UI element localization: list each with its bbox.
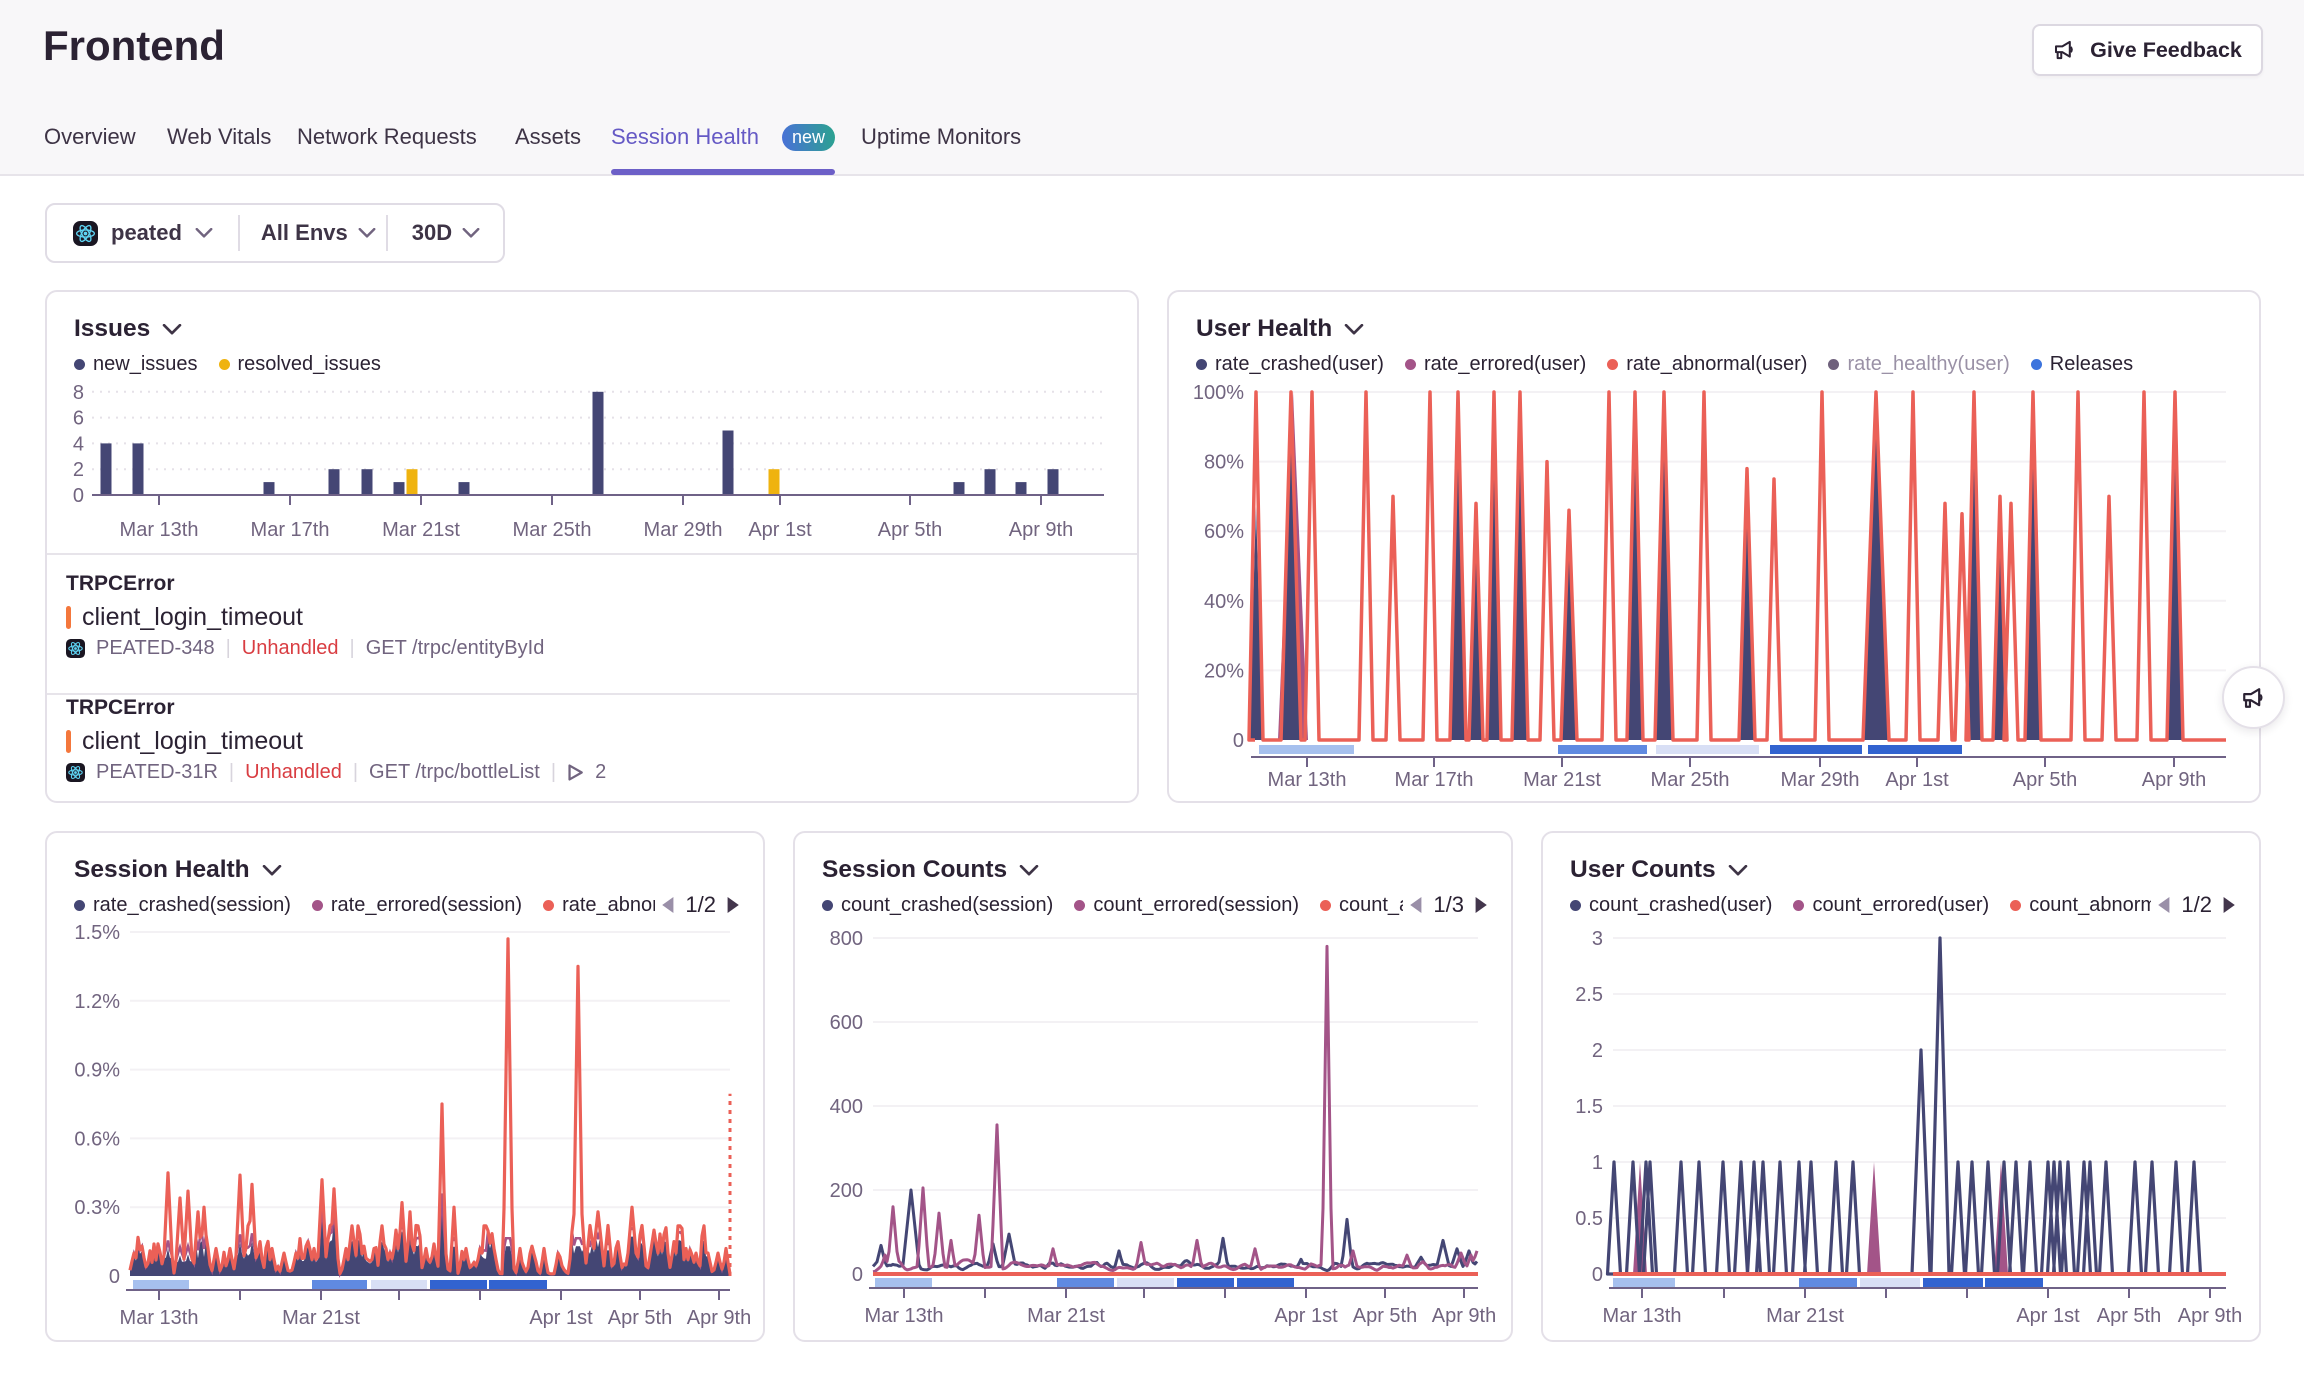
svg-text:Mar 29th: Mar 29th bbox=[644, 519, 723, 541]
svg-text:8: 8 bbox=[73, 382, 84, 404]
svg-text:0.9%: 0.9% bbox=[74, 1060, 120, 1082]
svg-text:600: 600 bbox=[830, 1012, 863, 1034]
svg-text:Apr 1st: Apr 1st bbox=[1274, 1305, 1338, 1327]
svg-text:800: 800 bbox=[830, 928, 863, 950]
svg-text:Apr 9th: Apr 9th bbox=[687, 1307, 751, 1329]
svg-text:60%: 60% bbox=[1204, 521, 1244, 543]
svg-text:2: 2 bbox=[73, 459, 84, 481]
svg-text:1.2%: 1.2% bbox=[74, 991, 120, 1013]
svg-text:Mar 21st: Mar 21st bbox=[282, 1307, 360, 1329]
svg-text:1.5: 1.5 bbox=[1575, 1096, 1603, 1118]
svg-text:4: 4 bbox=[73, 433, 84, 455]
svg-text:20%: 20% bbox=[1204, 660, 1244, 682]
svg-text:Mar 21st: Mar 21st bbox=[1027, 1305, 1105, 1327]
svg-text:400: 400 bbox=[830, 1096, 863, 1118]
svg-text:Apr 5th: Apr 5th bbox=[1353, 1305, 1417, 1327]
svg-text:100%: 100% bbox=[1193, 382, 1244, 404]
svg-text:Mar 21st: Mar 21st bbox=[1766, 1305, 1844, 1327]
svg-text:Mar 13th: Mar 13th bbox=[1603, 1305, 1682, 1327]
svg-text:Mar 21st: Mar 21st bbox=[1523, 769, 1601, 791]
svg-text:0: 0 bbox=[109, 1266, 120, 1288]
svg-text:1.5%: 1.5% bbox=[74, 922, 120, 944]
svg-text:0: 0 bbox=[852, 1264, 863, 1286]
svg-text:Apr 5th: Apr 5th bbox=[608, 1307, 672, 1329]
svg-text:40%: 40% bbox=[1204, 591, 1244, 613]
svg-text:Mar 29th: Mar 29th bbox=[1781, 769, 1860, 791]
svg-text:Mar 21st: Mar 21st bbox=[382, 519, 460, 541]
svg-text:Apr 1st: Apr 1st bbox=[2016, 1305, 2080, 1327]
svg-text:80%: 80% bbox=[1204, 452, 1244, 474]
svg-text:0: 0 bbox=[1233, 730, 1244, 752]
svg-text:0.3%: 0.3% bbox=[74, 1197, 120, 1219]
svg-text:6: 6 bbox=[73, 408, 84, 430]
svg-text:0: 0 bbox=[73, 485, 84, 507]
svg-text:Apr 5th: Apr 5th bbox=[2013, 769, 2077, 791]
svg-text:0: 0 bbox=[1592, 1264, 1603, 1286]
svg-text:2.5: 2.5 bbox=[1575, 984, 1603, 1006]
svg-text:Apr 5th: Apr 5th bbox=[878, 519, 942, 541]
svg-text:1: 1 bbox=[1592, 1152, 1603, 1174]
svg-text:Apr 9th: Apr 9th bbox=[1432, 1305, 1496, 1327]
svg-text:Apr 9th: Apr 9th bbox=[2178, 1305, 2242, 1327]
svg-text:Apr 9th: Apr 9th bbox=[2142, 769, 2206, 791]
svg-text:Mar 13th: Mar 13th bbox=[120, 519, 199, 541]
svg-text:Apr 1st: Apr 1st bbox=[529, 1307, 593, 1329]
svg-text:2: 2 bbox=[1592, 1040, 1603, 1062]
svg-text:0.5: 0.5 bbox=[1575, 1208, 1603, 1230]
svg-text:Mar 25th: Mar 25th bbox=[513, 519, 592, 541]
svg-text:Mar 17th: Mar 17th bbox=[251, 519, 330, 541]
svg-text:Apr 1st: Apr 1st bbox=[1885, 769, 1949, 791]
svg-text:Mar 13th: Mar 13th bbox=[1268, 769, 1347, 791]
svg-text:Mar 13th: Mar 13th bbox=[865, 1305, 944, 1327]
svg-text:0.6%: 0.6% bbox=[74, 1128, 120, 1150]
svg-text:Apr 9th: Apr 9th bbox=[1009, 519, 1073, 541]
svg-text:Mar 25th: Mar 25th bbox=[1651, 769, 1730, 791]
svg-text:200: 200 bbox=[830, 1180, 863, 1202]
svg-text:Mar 13th: Mar 13th bbox=[120, 1307, 199, 1329]
svg-text:Apr 1st: Apr 1st bbox=[748, 519, 812, 541]
svg-text:3: 3 bbox=[1592, 928, 1603, 950]
svg-text:Apr 5th: Apr 5th bbox=[2097, 1305, 2161, 1327]
svg-text:Mar 17th: Mar 17th bbox=[1395, 769, 1474, 791]
